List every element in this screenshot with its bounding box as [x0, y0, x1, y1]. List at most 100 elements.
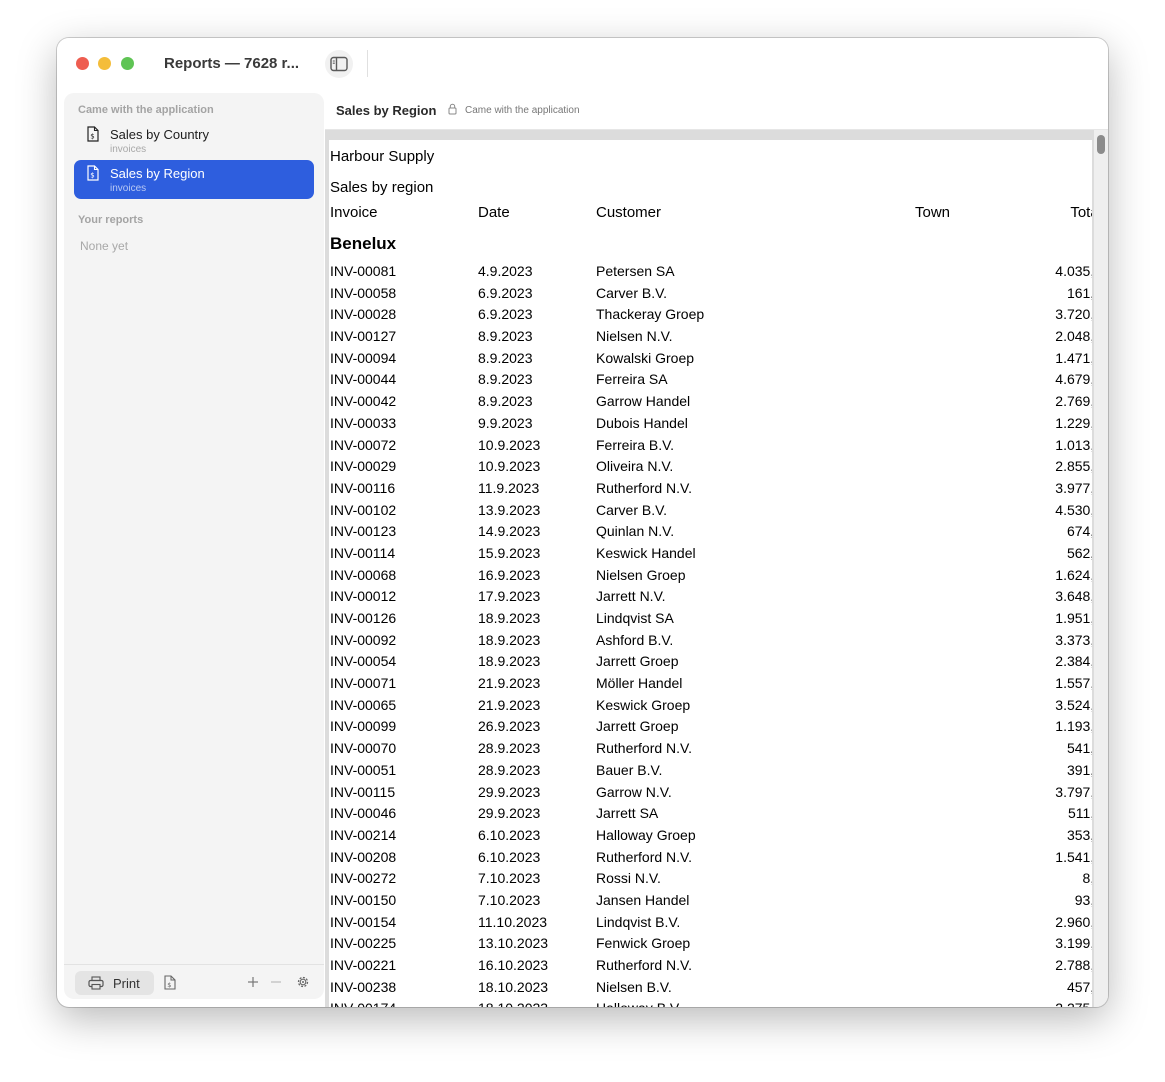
- remove-report-button[interactable]: [270, 976, 282, 988]
- total-cell: 353,9: [1066, 826, 1092, 843]
- total-cell: 1.013,5: [1055, 436, 1092, 453]
- date-cell: 18.9.2023: [478, 610, 541, 626]
- report-rows: INV-000814.9.2023Petersen SA4.035,1INV-0…: [329, 262, 1092, 1007]
- sidebar-toggle-icon: [330, 56, 348, 72]
- total-cell: 2.048,2: [1055, 328, 1092, 345]
- total-cell: 4.530,3: [1055, 501, 1092, 518]
- table-row: INV-00127 8.9.2023 Nielsen N.V. 2.048,2: [329, 327, 1092, 349]
- report-column-headers: Invoice Date Customer Town Total: [329, 204, 1092, 226]
- customer-cell: Jarrett Groep: [596, 718, 679, 735]
- table-row: INV-00238 18.10.2023 Nielsen B.V. 457,2: [329, 978, 1092, 1000]
- date-cell: 18.9.2023: [478, 631, 541, 648]
- total-cell: 1.624,6: [1055, 566, 1092, 583]
- column-header-customer: Customer: [596, 204, 662, 221]
- customer-cell: Keswick Handel: [596, 544, 696, 561]
- date-cell: 16.9.2023: [478, 566, 541, 583]
- export-document-button[interactable]: $: [164, 975, 176, 990]
- customer-cell: Jansen Handel: [596, 891, 690, 908]
- customer-cell: Rutherford N.V.: [596, 740, 692, 757]
- table-row: INV-00154 11.10.2023 Lindqvist B.V. 2.960,6: [329, 913, 1092, 935]
- customer-cell: Halloway Groep: [596, 826, 696, 843]
- sidebar-item-sales-by-country[interactable]: $ Sales by Country invoices: [74, 121, 314, 160]
- table-row: INV-00214 6.10.2023 Halloway Groep 353,9: [329, 826, 1092, 848]
- sidebar-item-sales-by-region[interactable]: $ Sales by Region invoices: [74, 160, 314, 199]
- invoice-cell: INV-00058: [330, 284, 397, 301]
- table-row: INV-00070 28.9.2023 Rutherford N.V. 541,2: [329, 739, 1092, 761]
- sidebar-item-sublabel: invoices: [110, 183, 147, 194]
- total-cell: 1.541,2: [1055, 848, 1092, 865]
- table-row: INV-00012 17.9.2023 Jarrett N.V. 3.648,1: [329, 587, 1092, 609]
- table-row: INV-00072 10.9.2023 Ferreira B.V. 1.013,5: [329, 436, 1092, 458]
- sidebar-toggle-button[interactable]: [325, 50, 353, 78]
- table-row: INV-00094 8.9.2023 Kowalski Groep 1.471,9: [329, 349, 1092, 371]
- customer-cell: Ferreira B.V.: [596, 436, 675, 453]
- title-bar: Reports — 7628 r...: [57, 38, 1108, 90]
- date-cell: 10.9.2023: [478, 458, 541, 475]
- invoice-cell: INV-00114: [330, 544, 396, 561]
- date-cell: 8.9.2023: [478, 371, 533, 388]
- date-cell: 14.9.2023: [478, 523, 541, 540]
- table-row: INV-00028 6.9.2023 Thackeray Groep 3.720,1: [329, 305, 1092, 327]
- date-cell: 10.9.2023: [478, 436, 541, 453]
- close-window-button[interactable]: [76, 57, 89, 70]
- total-cell: 511,5: [1068, 805, 1092, 822]
- date-cell: 6.10.2023: [478, 848, 541, 865]
- total-cell: 2.855,8: [1055, 458, 1092, 475]
- toolbar-separator: [367, 50, 368, 77]
- invoice-cell: INV-00127: [330, 328, 397, 345]
- invoice-cell: INV-00051: [330, 761, 397, 778]
- date-cell: 8.9.2023: [478, 349, 533, 366]
- table-row: INV-00221 16.10.2023 Rutherford N.V. 2.788,…: [329, 956, 1092, 978]
- date-cell: 18.9.2023: [478, 653, 541, 670]
- total-cell: 2.788,1: [1055, 957, 1092, 973]
- table-row: INV-00174 18.10.2023 Halloway B.V. 2.275,1: [329, 999, 1092, 1007]
- table-row: INV-00081 4.9.2023 Petersen SA 4.035,1: [329, 262, 1092, 284]
- date-cell: 28.9.2023: [478, 761, 541, 778]
- print-button[interactable]: Print: [75, 971, 154, 995]
- sidebar-item-sublabel: invoices: [110, 144, 147, 155]
- invoice-cell: INV-00033: [330, 414, 397, 431]
- printer-icon: [88, 976, 104, 990]
- date-cell: 18.10.2023: [478, 999, 548, 1007]
- date-cell: 8.9.2023: [478, 328, 533, 345]
- date-cell: 11.10.2023: [478, 913, 548, 930]
- customer-cell: Garrow N.V.: [596, 783, 672, 800]
- report-preview-area[interactable]: Harbour Supply Sales by region Invoice D…: [325, 130, 1108, 1007]
- table-row: INV-00068 16.9.2023 Nielsen Groep 1.624,6: [329, 566, 1092, 588]
- column-header-town: Town: [915, 204, 951, 221]
- minimize-window-button[interactable]: [98, 57, 111, 70]
- date-cell: 21.9.2023: [478, 675, 541, 692]
- date-cell: 6.9.2023: [478, 284, 533, 301]
- invoice-cell: INV-00225: [330, 935, 397, 952]
- vertical-scrollbar[interactable]: [1094, 130, 1108, 1007]
- total-cell: 1.193,1: [1055, 718, 1092, 735]
- table-row: INV-00092 18.9.2023 Ashford B.V. 3.373,9: [329, 631, 1092, 653]
- total-cell: 3.720,1: [1055, 306, 1092, 323]
- invoice-cell: INV-00126: [330, 610, 397, 626]
- add-report-button[interactable]: [247, 976, 259, 988]
- table-row: INV-00044 8.9.2023 Ferreira SA 4.679,4: [329, 370, 1092, 392]
- invoice-cell: INV-00102: [330, 501, 397, 518]
- table-row: INV-00046 29.9.2023 Jarrett SA 511,5: [329, 804, 1092, 826]
- invoice-cell: INV-00174: [330, 999, 396, 1007]
- settings-gear-button[interactable]: [296, 975, 310, 989]
- window-title: Reports — 7628 r...: [164, 55, 300, 72]
- date-cell: 16.10.2023: [478, 957, 549, 973]
- customer-cell: Rutherford N.V.: [596, 479, 692, 496]
- customer-cell: Oliveira N.V.: [596, 458, 674, 475]
- date-cell: 29.9.2023: [478, 783, 541, 800]
- total-cell: 1.229,4: [1055, 414, 1092, 431]
- total-cell: 3.797,2: [1055, 783, 1092, 800]
- scrollbar-thumb[interactable]: [1097, 135, 1105, 154]
- report-page: Harbour Supply Sales by region Invoice D…: [329, 140, 1092, 1007]
- zoom-window-button[interactable]: [121, 57, 134, 70]
- invoice-cell: INV-00092: [330, 631, 397, 648]
- total-cell: 1.557,0: [1055, 675, 1092, 692]
- date-cell: 8.9.2023: [478, 393, 533, 410]
- date-cell: 6.10.2023: [478, 826, 541, 843]
- customer-cell: Garrow Handel: [596, 393, 691, 410]
- customer-cell: Nielsen B.V.: [596, 978, 672, 995]
- sidebar: Came with the application $ Sales by Cou…: [64, 93, 324, 999]
- sidebar-item-label: Sales by Country: [110, 127, 209, 142]
- date-cell: 7.10.2023: [478, 870, 541, 887]
